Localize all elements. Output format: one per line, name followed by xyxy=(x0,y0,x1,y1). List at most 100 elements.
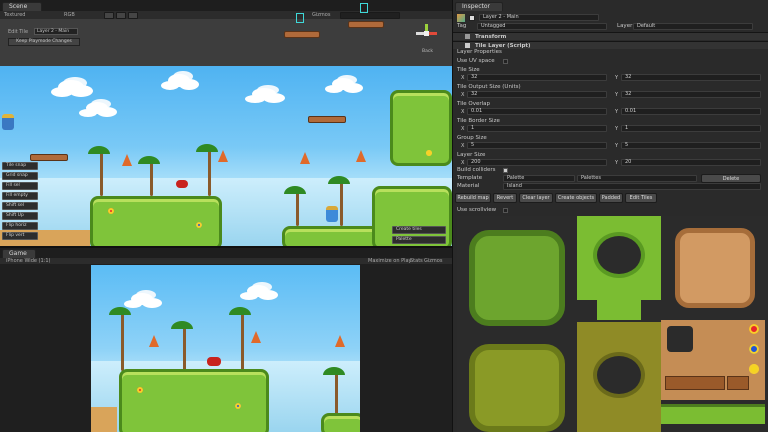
floating-platform xyxy=(284,31,320,38)
tile-snap-button[interactable]: Tile snap xyxy=(2,162,38,170)
scene-gizmo[interactable] xyxy=(414,22,438,46)
layer-dropdown[interactable]: Default xyxy=(633,23,753,30)
tile-blue-flower[interactable] xyxy=(749,344,759,354)
clear-layer-button[interactable]: Clear layer xyxy=(519,193,553,203)
tile-size-x-field[interactable]: 32 xyxy=(467,74,607,81)
rock-spire xyxy=(218,150,228,162)
tile-output-size-x-field[interactable]: 32 xyxy=(467,91,607,98)
floating-platform xyxy=(308,116,346,123)
game-viewport[interactable] xyxy=(91,265,360,432)
tile-grass-block-shaded[interactable] xyxy=(469,344,565,432)
layer-properties-label: Layer Properties xyxy=(457,49,502,55)
tab-inspector-label: Inspector xyxy=(462,3,490,10)
rock-spire xyxy=(149,335,159,347)
scene-search-input[interactable] xyxy=(340,12,400,19)
character-sprite xyxy=(326,206,338,222)
object-name-field[interactable]: Layer 2 - Main xyxy=(479,14,599,21)
shift-up-button[interactable]: Shift Up xyxy=(2,212,38,220)
layer-size-y-field[interactable]: 20 xyxy=(621,159,761,166)
blue-flower xyxy=(196,222,202,228)
create-objects-button[interactable]: Create objects xyxy=(555,193,597,203)
create-tiles-button[interactable]: Create tiles xyxy=(392,226,446,234)
tile-border-size-x-field[interactable]: 1 xyxy=(467,125,607,132)
rock-spire xyxy=(300,152,310,164)
panel-separator xyxy=(0,246,452,248)
object-icon xyxy=(457,14,465,22)
tile-output-size-label: Tile Output Size (Units) xyxy=(457,84,521,90)
selection-marker xyxy=(360,3,368,13)
gizmo-back-label: Back xyxy=(422,49,433,54)
revert-button[interactable]: Revert xyxy=(493,193,517,203)
palm-leaves xyxy=(171,321,193,329)
2d-toggle-button[interactable] xyxy=(104,12,114,19)
group-size-x-field[interactable]: 5 xyxy=(467,142,607,149)
floating-platform xyxy=(348,21,384,28)
palm-tree xyxy=(241,313,244,371)
palm-tree xyxy=(100,152,103,196)
grass-island xyxy=(119,369,269,432)
tile-grass-hole-shaded[interactable] xyxy=(577,322,661,432)
tab-scene[interactable]: Scene xyxy=(2,2,42,11)
layer-size-x-field[interactable]: 200 xyxy=(467,159,607,166)
tile-hole xyxy=(597,236,641,274)
tab-game-label: Game xyxy=(9,250,27,257)
palettes-field[interactable]: Palettes xyxy=(577,175,697,182)
material-field[interactable]: Island xyxy=(503,183,761,190)
shift-sel-button[interactable]: Shift sel xyxy=(2,202,38,210)
tile-overlap-x-field[interactable]: 0.01 xyxy=(467,108,607,115)
tile-palette[interactable] xyxy=(457,216,768,432)
tile-yellow-flower[interactable] xyxy=(749,364,759,374)
active-checkbox[interactable] xyxy=(469,15,475,21)
tile-grass-stem[interactable] xyxy=(597,300,641,320)
rebuild-map-button[interactable]: Rebuild map xyxy=(455,193,491,203)
transform-header[interactable]: Transform xyxy=(453,32,768,40)
axis-y-label: Y xyxy=(615,143,619,149)
template-dropdown[interactable]: Palette xyxy=(503,175,575,182)
enemy-sprite xyxy=(207,357,221,366)
tile-red-flower[interactable] xyxy=(749,324,759,334)
palette-button[interactable]: Palette xyxy=(392,236,446,244)
scene-upper-dark: Edit Tile Layer 2 - Main Keep Playmode C… xyxy=(0,3,452,66)
tag-dropdown[interactable]: Untagged xyxy=(477,23,607,30)
axis-y-label: Y xyxy=(615,126,619,132)
grass-island xyxy=(321,413,360,432)
flip-vert-button[interactable]: Flip vert xyxy=(2,232,38,240)
inspector-panel: Inspector Layer 2 - Main Tag Untagged La… xyxy=(452,0,768,432)
palm-leaves xyxy=(138,156,160,164)
tile-sand-block[interactable] xyxy=(675,228,755,308)
build-colliders-checkbox[interactable] xyxy=(503,168,508,173)
use-scrollview-checkbox[interactable] xyxy=(503,208,508,213)
tile-output-size-y-field[interactable]: 32 xyxy=(621,91,761,98)
fill-sel-button[interactable]: Fill sel xyxy=(2,182,38,190)
cloud xyxy=(247,285,269,297)
tile-grass-strip[interactable] xyxy=(661,404,765,424)
tile-overlap-y-field[interactable]: 0.01 xyxy=(621,108,761,115)
scene-viewport[interactable]: Tile snap Grid snap Fill sel Fill empty … xyxy=(0,66,452,246)
edit-tiles-button[interactable]: Edit Tiles xyxy=(625,193,657,203)
transform-label: Transform xyxy=(475,34,507,40)
use-uv-space-checkbox[interactable] xyxy=(503,59,508,64)
palm-tree xyxy=(296,192,299,226)
padded-button[interactable]: Padded xyxy=(599,193,623,203)
palm-tree xyxy=(208,150,211,196)
tile-size-y-field[interactable]: 32 xyxy=(621,74,761,81)
tile-grass-hole[interactable] xyxy=(577,216,661,300)
lighting-toggle-button[interactable] xyxy=(116,12,126,19)
rock-spire xyxy=(122,154,132,166)
grid-snap-button[interactable]: Grid snap xyxy=(2,172,38,180)
tab-inspector[interactable]: Inspector xyxy=(455,2,503,11)
keep-playmode-changes-button[interactable]: Keep Playmode Changes xyxy=(8,38,80,46)
group-size-y-field[interactable]: 5 xyxy=(621,142,761,149)
red-flower xyxy=(108,208,114,214)
palm-leaves xyxy=(229,307,251,315)
tile-grass-block[interactable] xyxy=(469,230,565,326)
grass-island xyxy=(282,226,382,246)
fill-empty-button[interactable]: Fill empty xyxy=(2,192,38,200)
audio-toggle-button[interactable] xyxy=(128,12,138,19)
palm-tree xyxy=(150,162,153,196)
tile-border-size-y-field[interactable]: 1 xyxy=(621,125,761,132)
palm-tree xyxy=(335,373,338,417)
layer-dropdown[interactable]: Layer 2 - Main xyxy=(34,28,78,35)
axis-x-label: X xyxy=(461,92,465,98)
flip-horiz-button[interactable]: Flip horiz xyxy=(2,222,38,230)
